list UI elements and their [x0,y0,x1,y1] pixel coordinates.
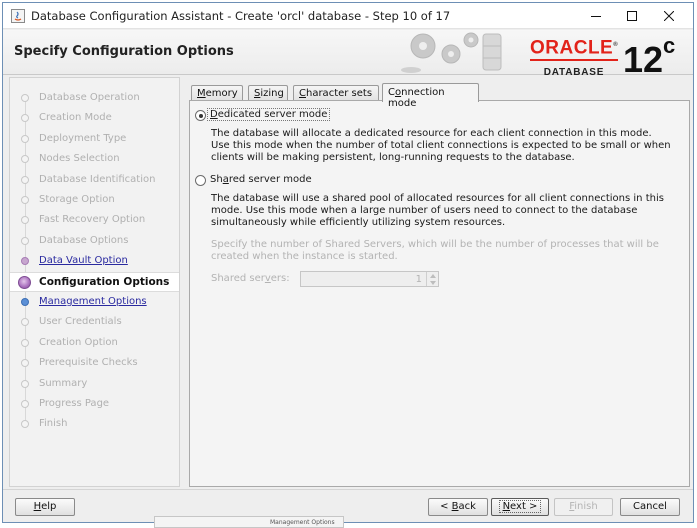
cancel-button[interactable]: Cancel [620,498,680,516]
step-label: Creation Option [39,336,118,348]
step-status-icon [21,216,29,225]
registered-mark: ® [613,42,619,48]
step-data-vault-option[interactable]: Data Vault Option [10,251,179,271]
shared-server-description: The database will use a shared pool of a… [211,193,664,228]
step-label: Database Options [39,234,129,246]
back-button[interactable]: < Back [428,498,488,516]
step-status-icon [21,359,29,368]
step-label: Deployment Type [39,132,127,144]
page-title: Specify Configuration Options [14,44,234,59]
dedicated-server-radio[interactable] [195,110,206,121]
step-status-icon [21,155,29,164]
step-label: Prerequisite Checks [39,357,138,369]
step-prerequisite-checks: Prerequisite Checks [10,353,179,373]
dedicated-server-label[interactable]: Dedicated server mode [206,108,331,121]
version-badge: 12c [623,32,675,80]
step-status-icon [21,236,29,245]
shared-servers-label: Shared servers: [211,273,290,284]
step-database-operation: Database Operation [10,88,179,108]
step-storage-option: Storage Option [10,190,179,210]
oracle-logo-subtitle: DATABASE [543,67,605,79]
shared-servers-value: 1 [415,274,422,285]
step-summary: Summary [10,374,179,394]
maximize-icon [627,11,637,21]
spinner-down-icon[interactable] [427,279,438,286]
close-button[interactable] [651,3,687,29]
step-status-icon [21,257,29,266]
dbca-window: Database Configuration Assistant - Creat… [2,2,694,523]
step-label: User Credentials [39,316,122,328]
step-label: Finish [39,418,68,430]
step-status-icon [21,134,29,143]
step-creation-option: Creation Option [10,333,179,353]
dedicated-server-description: The database will allocate a dedicated r… [211,128,671,163]
oracle-logo-word: ORACLE [530,37,614,59]
version-number: 12 [623,39,664,80]
finish-button[interactable]: Finish [554,498,613,516]
step-label: Fast Recovery Option [39,214,146,226]
close-icon [664,11,674,21]
step-creation-mode: Creation Mode [10,108,179,128]
next-button[interactable]: Next > [491,498,549,516]
step-label: Data Vault Option [39,255,128,267]
step-label: Storage Option [39,194,115,205]
step-status-icon [21,379,29,388]
step-status-icon [21,338,29,347]
step-database-identification: Database Identification [10,170,179,190]
spinner-arrows[interactable] [426,272,438,286]
tab-character-sets[interactable]: Character sets [293,85,379,101]
step-label: Database Operation [39,92,140,103]
step-management-options[interactable]: Management Options [10,292,179,312]
minimize-button[interactable] [578,3,614,29]
step-label: Summary [39,377,88,389]
wizard-header: Specify Configuration Options ORACLE® DA… [3,30,693,80]
minimize-icon [591,11,601,21]
taskbar-ghost-strip: Management Options [154,516,344,528]
step-status-icon [21,94,29,102]
step-deployment-type: Deployment Type [10,129,179,149]
shared-server-label[interactable]: Shared server mode [210,174,312,185]
spinner-up-icon[interactable] [427,272,438,279]
help-button[interactable]: Help [15,498,75,516]
step-status-icon [21,318,29,327]
tab-connection-mode[interactable]: Connection mode [382,83,479,109]
title-bar: Database Configuration Assistant - Creat… [3,3,693,29]
step-status-icon [21,400,29,408]
window-title: Database Configuration Assistant - Creat… [31,9,451,23]
connection-mode-panel: Dedicated server mode The database will … [189,100,690,487]
step-label: Creation Mode [39,112,112,124]
step-label: Progress Page [39,398,110,409]
oracle-logo-bar [530,59,618,62]
step-label: Management Options [39,296,147,307]
taskbar-ghost-label: Management Options [270,519,335,526]
shared-servers-hint: Specify the number of Shared Servers, wh… [211,239,659,262]
java-app-icon [11,9,25,23]
oracle-logo: ORACLE® DATABASE [530,36,618,78]
tab-memory[interactable]: Memory [191,85,243,101]
shared-server-radio[interactable] [195,175,206,186]
step-progress-page: Progress Page [10,394,179,414]
step-fast-recovery-option: Fast Recovery Option [10,210,179,230]
step-status-icon [21,298,29,306]
step-database-options: Database Options [10,231,179,251]
step-configuration-options[interactable]: Configuration Options [10,271,179,292]
step-label: Configuration Options [39,275,170,288]
step-status-icon [18,275,31,289]
step-label: Database Identification [39,173,156,185]
footer-separator [3,489,693,490]
shared-servers-spinner[interactable]: 1 [300,271,439,287]
step-status-icon [21,196,29,204]
step-finish: Finish [10,414,179,434]
gears-graphic-icon [401,30,521,77]
step-label: Nodes Selection [39,153,120,165]
step-user-credentials: User Credentials [10,312,179,332]
maximize-button[interactable] [614,3,650,29]
step-status-icon [21,420,29,429]
version-suffix: c [663,33,676,58]
step-status-icon [21,114,29,123]
step-status-icon [21,175,29,184]
wizard-steps-panel: Database Operation Creation Mode Deploymen… [9,77,180,487]
step-nodes-selection: Nodes Selection [10,149,179,169]
tab-sizing[interactable]: Sizing [248,85,288,101]
